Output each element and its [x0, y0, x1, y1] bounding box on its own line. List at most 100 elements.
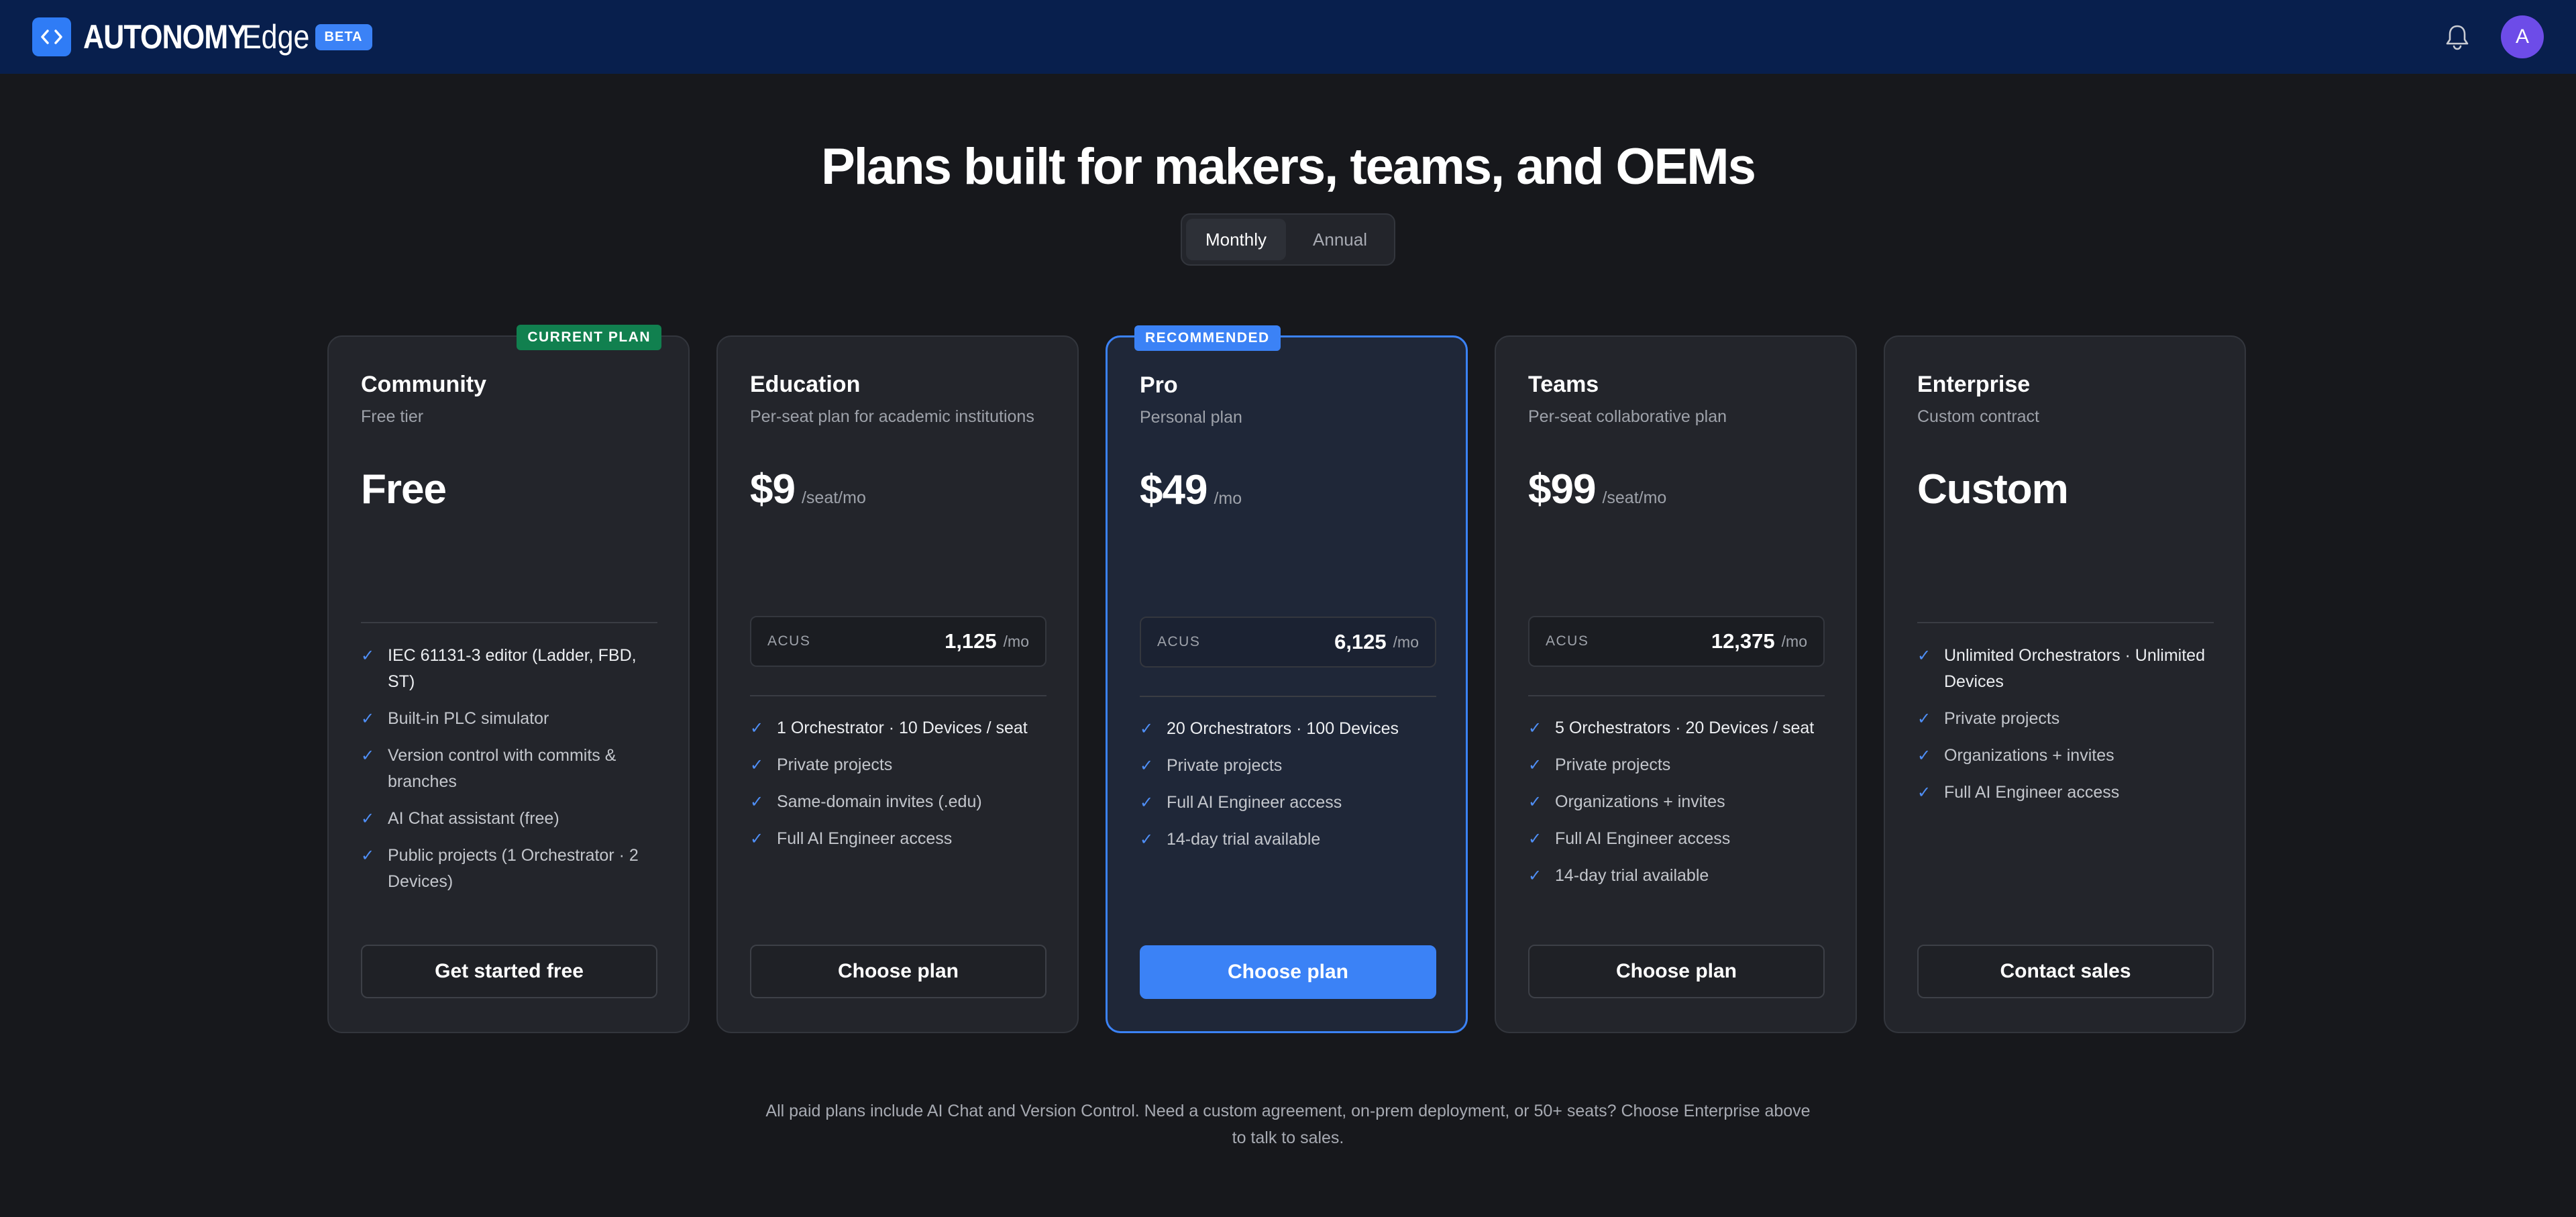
plan-card-teams: Teams Per-seat collaborative plan $99 /s… [1495, 335, 1857, 1033]
acus-label: ACUS [767, 633, 811, 649]
feature-item: ✓ Private projects [1528, 752, 1830, 778]
feature-item: ✓ 20 Orchestrators · 100 Devices [1140, 716, 1442, 742]
check-icon: ✓ [750, 719, 764, 737]
plan-price: Custom [1917, 466, 2069, 513]
feature-item: ✓ AI Chat assistant (free) [361, 806, 663, 832]
plan-card-enterprise: Enterprise Custom contract Custom ✓ Unlim… [1884, 335, 2246, 1033]
price-unit: /mo [1214, 489, 1242, 508]
toggle-annual[interactable]: Annual [1290, 219, 1390, 260]
check-icon: ✓ [361, 847, 375, 865]
feature-item: ✓ Full AI Engineer access [750, 826, 1052, 852]
check-icon: ✓ [1528, 793, 1542, 811]
plan-name: Teams [1528, 372, 1599, 397]
check-icon: ✓ [1917, 710, 1931, 728]
header-actions: A [2442, 0, 2544, 74]
plan-name: Community [361, 372, 486, 397]
plan-price: $9 [750, 466, 796, 513]
check-icon: ✓ [1917, 647, 1931, 665]
top-bar: AUTONOMY Edge BETA A [0, 0, 2576, 74]
plan-subtitle: Per-seat collaborative plan [1528, 407, 1727, 426]
plan-name: Education [750, 372, 861, 397]
feature-list: ✓ 5 Orchestrators · 20 Devices / seat ✓ Pr… [1528, 715, 1830, 900]
beta-badge: BETA [315, 23, 372, 50]
check-icon: ✓ [361, 747, 375, 765]
feature-list: ✓ IEC 61131-3 editor (Ladder, FBD, ST) ✓ B… [361, 643, 663, 906]
plan-name: Enterprise [1917, 372, 2031, 397]
acus-label: ACUS [1546, 633, 1589, 649]
check-icon: ✓ [361, 647, 375, 665]
contact-sales-button[interactable]: Contact sales [1917, 945, 2214, 998]
feature-item: ✓ Private projects [750, 752, 1052, 778]
feature-item: ✓ 1 Orchestrator · 10 Devices / seat [750, 715, 1052, 741]
avatar[interactable]: A [2501, 15, 2544, 58]
brand-name[interactable]: AUTONOMY [83, 17, 247, 56]
feature-item: ✓ 14-day trial available [1140, 827, 1442, 853]
bell-icon[interactable] [2442, 21, 2473, 52]
plan-price: $49 [1140, 467, 1208, 513]
feature-list: ✓ Unlimited Orchestrators · Unlimited Dev… [1917, 643, 2219, 816]
feature-item: ✓ Full AI Engineer access [1528, 826, 1830, 852]
check-icon: ✓ [1528, 756, 1542, 774]
price-unit: /seat/mo [801, 488, 866, 507]
check-icon: ✓ [1140, 831, 1154, 849]
feature-list: ✓ 1 Orchestrator · 10 Devices / seat ✓ Pri… [750, 715, 1052, 863]
plan-subtitle: Free tier [361, 407, 424, 426]
plan-subtitle: Personal plan [1140, 408, 1242, 427]
plan-subtitle: Custom contract [1917, 407, 2040, 426]
check-icon: ✓ [1528, 867, 1542, 885]
page-title: Plans built for makers, teams, and OEMs [821, 138, 1756, 195]
current-plan-badge: CURRENT PLAN [517, 325, 661, 350]
feature-item: ✓ 14-day trial available [1528, 863, 1830, 889]
feature-item: ✓ Full AI Engineer access [1917, 780, 2219, 806]
choose-plan-button[interactable]: Choose plan [750, 945, 1046, 998]
feature-item: ✓ Version control with commits & branches [361, 743, 663, 795]
acus-box: ACUS 12,375 /mo [1528, 616, 1825, 667]
plan-card-education: Education Per-seat plan for academic ins… [716, 335, 1079, 1033]
feature-item: ✓ Private projects [1140, 753, 1442, 779]
divider [1528, 695, 1825, 696]
feature-item: ✓ Private projects [1917, 706, 2219, 732]
feature-item: ✓ Public projects (1 Orchestrator · 2 Dev… [361, 843, 663, 895]
acus-value: 1,125 [945, 629, 997, 653]
check-icon: ✓ [361, 810, 375, 828]
feature-item: ✓ Full AI Engineer access [1140, 790, 1442, 816]
feature-item: ✓ Unlimited Orchestrators · Unlimited Dev… [1917, 643, 2219, 695]
acus-box: ACUS 6,125 /mo [1140, 617, 1436, 668]
get-started-button[interactable]: Get started free [361, 945, 657, 998]
choose-plan-button[interactable]: Choose plan [1528, 945, 1825, 998]
check-icon: ✓ [1140, 720, 1154, 738]
check-icon: ✓ [750, 756, 764, 774]
divider [361, 622, 657, 623]
acus-unit: /mo [1781, 632, 1807, 650]
acus-unit: /mo [1003, 632, 1029, 650]
billing-toggle: Monthly Annual [1181, 213, 1395, 266]
feature-item: ✓ Same-domain invites (.edu) [750, 789, 1052, 815]
check-icon: ✓ [750, 793, 764, 811]
feature-item: ✓ IEC 61131-3 editor (Ladder, FBD, ST) [361, 643, 663, 695]
footnote: All paid plans include AI Chat and Versi… [765, 1102, 1811, 1147]
check-icon: ✓ [1140, 757, 1154, 775]
feature-item: ✓ Organizations + invites [1917, 743, 2219, 769]
price-unit: /seat/mo [1602, 488, 1667, 507]
toggle-monthly[interactable]: Monthly [1186, 219, 1286, 260]
plan-price: $99 [1528, 466, 1596, 513]
acus-unit: /mo [1393, 633, 1419, 651]
plan-name: Pro [1140, 372, 1178, 398]
acus-value: 6,125 [1334, 630, 1387, 653]
plan-price: Free [361, 466, 447, 513]
feature-item: ✓ Built-in PLC simulator [361, 706, 663, 732]
code-icon[interactable] [32, 17, 71, 56]
check-icon: ✓ [1140, 794, 1154, 812]
check-icon: ✓ [1528, 719, 1542, 737]
check-icon: ✓ [1917, 784, 1931, 802]
divider [750, 695, 1046, 696]
check-icon: ✓ [361, 710, 375, 728]
choose-plan-button[interactable]: Choose plan [1140, 945, 1436, 999]
feature-item: ✓ 5 Orchestrators · 20 Devices / seat [1528, 715, 1830, 741]
check-icon: ✓ [1917, 747, 1931, 765]
check-icon: ✓ [750, 830, 764, 848]
brand-suffix[interactable]: Edge [242, 17, 309, 56]
plan-card-pro: RECOMMENDED Pro Personal plan $49 /mo AC… [1106, 325, 1468, 1033]
check-icon: ✓ [1528, 830, 1542, 848]
divider [1917, 622, 2214, 623]
